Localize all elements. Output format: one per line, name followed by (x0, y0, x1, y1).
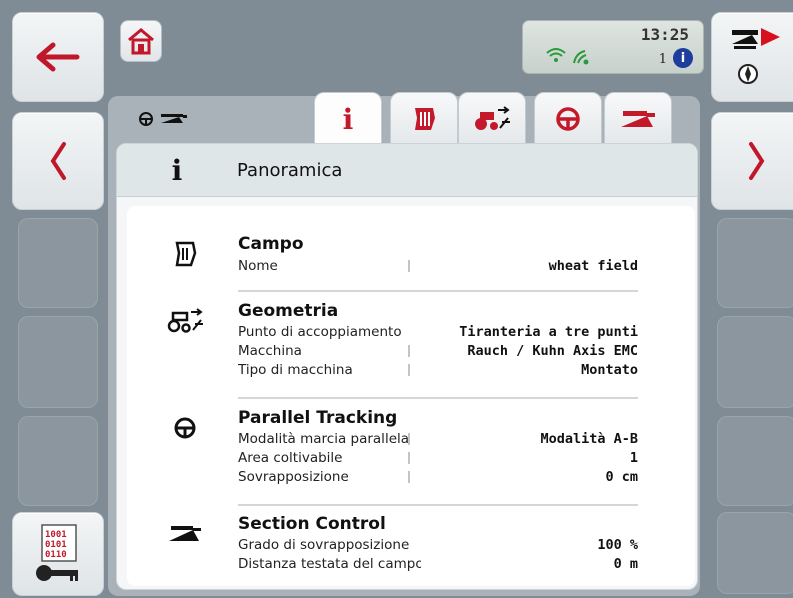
divider (238, 290, 638, 292)
gps-signal-icon (573, 50, 589, 65)
next-button[interactable] (711, 112, 793, 210)
tractor-geometry-icon (165, 303, 205, 339)
clock: 13:25 (640, 25, 689, 44)
arrow-left-icon (36, 42, 80, 72)
chevron-right-icon (749, 142, 765, 180)
section-title: Parallel Tracking (238, 408, 398, 428)
row-value: 0 m (613, 556, 638, 572)
row-value: 100 % (597, 537, 638, 553)
chevron-left-icon (50, 142, 66, 180)
divider (238, 397, 638, 399)
notification-count: 1 (658, 52, 667, 67)
home-icon (128, 28, 154, 55)
list-item: Grado di sovrapposizione 100 % (238, 537, 638, 557)
empty-softkey-left-3 (18, 416, 98, 506)
list-item: Area coltivabile 1 (238, 450, 638, 470)
section-title: Geometria (238, 301, 339, 321)
field-icon (165, 236, 205, 272)
steering-icon (139, 111, 153, 126)
page-title: Panoramica (237, 159, 343, 181)
implement-button[interactable] (711, 12, 793, 102)
list-item: Sovrapposizione 0 cm (238, 469, 638, 489)
svg-text:1001: 1001 (45, 530, 67, 540)
empty-softkey-right-3 (717, 416, 793, 506)
list-item: Distanza testata del campo 0 m (238, 556, 638, 576)
tab-parallel-tracking[interactable] (534, 92, 602, 146)
implement-compass-icon (732, 28, 780, 84)
tab-field[interactable] (390, 92, 458, 146)
page-header: i Panoramica (117, 144, 697, 197)
list-item: Nome wheat field (238, 258, 638, 278)
tractor-geometry-icon (475, 106, 510, 130)
empty-softkey-right-2 (717, 316, 793, 408)
tab-geometry[interactable] (458, 92, 526, 146)
info-icon: i (342, 102, 354, 136)
license-key-icon: 1001 0101 0110 (36, 524, 78, 581)
row-value: Montato (581, 362, 638, 378)
license-button[interactable]: 1001 0101 0110 (12, 512, 104, 596)
empty-softkey-right-4 (717, 512, 793, 594)
tab-section-control[interactable] (604, 92, 672, 146)
steering-wheel-icon (165, 410, 205, 446)
svg-text:0110: 0110 (45, 550, 67, 560)
section-control-icon (165, 516, 205, 552)
empty-softkey-left-2 (18, 316, 98, 408)
row-value: 0 cm (605, 469, 638, 485)
row-value: 1 (629, 450, 638, 466)
list-item: Tipo di macchina Montato (238, 362, 638, 382)
row-value: Rauch / Kuhn Axis EMC (467, 343, 638, 359)
implement-icon (161, 113, 188, 123)
status-bar: 13:25 1 i (522, 20, 704, 74)
field-icon (415, 108, 435, 130)
section-title: Section Control (238, 514, 386, 534)
wifi-icon (546, 48, 566, 62)
tab-info[interactable]: i (314, 92, 382, 148)
row-value: Tiranteria a tre punti (459, 324, 638, 340)
overview-panel: i Panoramica Campo Nome wheat field Geom… (116, 143, 698, 590)
list-item: Macchina Rauch / Kuhn Axis EMC (238, 343, 638, 363)
row-value: Modalità A-B (540, 431, 638, 447)
info-icon[interactable]: i (673, 48, 693, 68)
empty-softkey-right-1 (717, 218, 793, 308)
list-item: Modalità marcia parallela Modalità A-B (238, 431, 638, 451)
section-title: Campo (238, 234, 304, 254)
row-value: wheat field (548, 258, 638, 274)
back-button[interactable] (12, 12, 104, 102)
svg-text:0101: 0101 (45, 540, 67, 550)
steering-wheel-icon (556, 107, 580, 131)
divider (238, 504, 638, 506)
breadcrumb (138, 108, 189, 127)
home-button[interactable] (120, 20, 162, 62)
previous-button[interactable] (12, 112, 104, 210)
list-item: Punto di accoppiamento Tiranteria a tre … (238, 324, 638, 344)
empty-softkey-left-1 (18, 218, 98, 308)
section-control-icon (621, 111, 655, 127)
info-header-icon: i (171, 153, 183, 187)
overview-list: Campo Nome wheat field Geometria Punto d… (127, 206, 695, 586)
